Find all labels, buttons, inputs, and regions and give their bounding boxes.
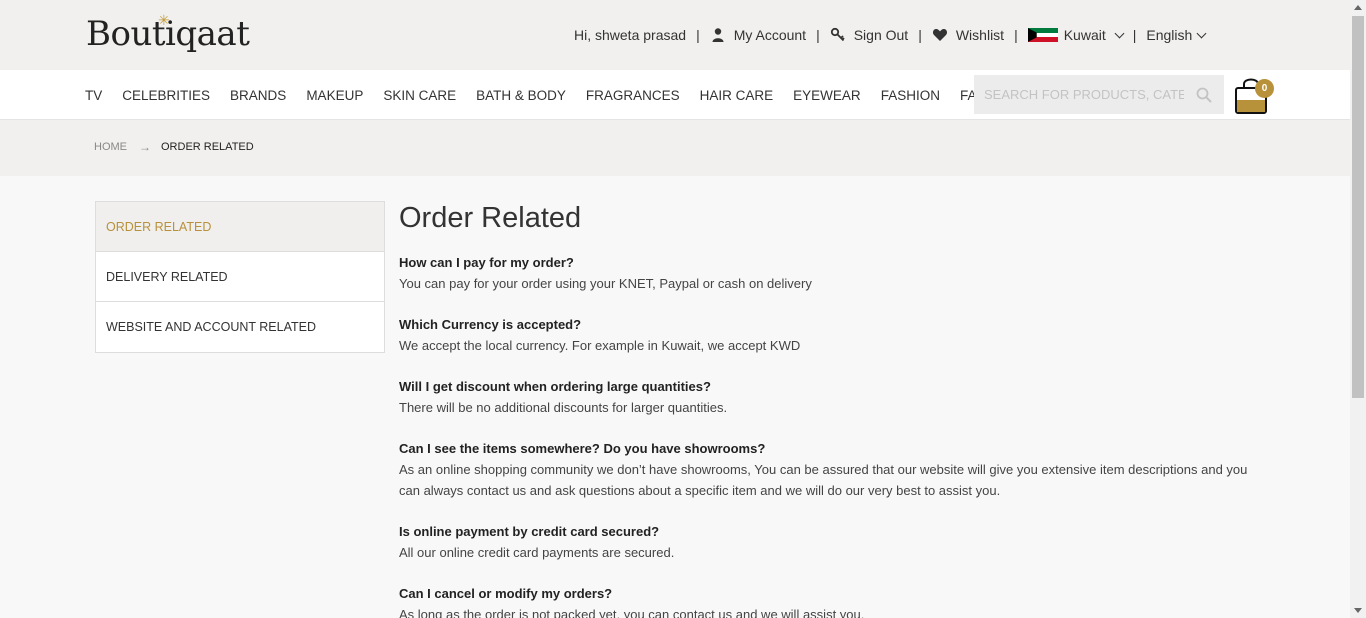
account-links: Hi, shweta prasad | My Account | Sign Ou… xyxy=(574,26,1207,44)
nav-item-eyewear[interactable]: EYEWEAR xyxy=(793,88,861,103)
nav-item-tv[interactable]: TV xyxy=(85,88,102,103)
faq-question: Which Currency is accepted? xyxy=(399,317,582,332)
divider: | xyxy=(696,27,700,43)
divider: | xyxy=(918,27,922,43)
nav-item-skin-care[interactable]: SKIN CARE xyxy=(383,88,456,103)
faq-answer: You can pay for your order using your KN… xyxy=(399,276,812,291)
faq-item: Is online payment by credit card secured… xyxy=(399,521,1249,563)
faq-item: Will I get discount when ordering large … xyxy=(399,376,1249,418)
vertical-scrollbar[interactable] xyxy=(1350,0,1366,618)
faq-question: How can I pay for my order? xyxy=(399,255,574,270)
breadcrumb-bar: HOME → ORDER RELATED xyxy=(0,120,1350,176)
nav-item-brands[interactable]: BRANDS xyxy=(230,88,286,103)
faq-question: Can I see the items somewhere? Do you ha… xyxy=(399,441,766,456)
arrow-right-icon: → xyxy=(139,140,151,154)
search-box xyxy=(974,75,1224,114)
key-icon xyxy=(830,27,845,42)
breadcrumb-home[interactable]: HOME xyxy=(94,141,127,153)
top-bar: Boutiqaat ✳ Hi, shweta prasad | My Accou… xyxy=(0,0,1350,70)
main-navigation: TV CELEBRITIES BRANDS MAKEUP SKIN CARE BATH &… xyxy=(0,70,1350,120)
language-label: English xyxy=(1146,27,1193,43)
faq-question: Is online payment by credit card secured… xyxy=(399,524,660,539)
search-input[interactable] xyxy=(974,75,1184,114)
faq-answer: There will be no additional discounts fo… xyxy=(399,400,728,415)
nav-item-celebrities[interactable]: CELEBRITIES xyxy=(122,88,210,103)
faq-answer: As long as the order is not packed yet, … xyxy=(399,607,865,618)
nav-item-fragrances[interactable]: FRAGRANCES xyxy=(586,88,680,103)
nav-item-makeup[interactable]: MAKEUP xyxy=(306,88,363,103)
nav-menu: TV CELEBRITIES BRANDS MAKEUP SKIN CARE BATH &… xyxy=(85,70,1079,120)
breadcrumb-current: ORDER RELATED xyxy=(161,141,254,153)
cart-button[interactable]: 0 xyxy=(1234,75,1276,117)
nav-item-bath-body[interactable]: BATH & BODY xyxy=(476,88,566,103)
wishlist-link[interactable]: Wishlist xyxy=(932,27,1004,43)
greeting-text: Hi, shweta prasad xyxy=(574,27,687,43)
search-icon[interactable] xyxy=(1196,87,1212,103)
my-account-link[interactable]: My Account xyxy=(710,27,806,43)
kuwait-flag-icon xyxy=(1027,28,1058,42)
scroll-up-icon[interactable] xyxy=(1354,5,1362,10)
faq-item: How can I pay for my order? You can pay f… xyxy=(399,252,1249,294)
sign-out-link[interactable]: Sign Out xyxy=(830,27,908,43)
faq-answer: We accept the local currency. For exampl… xyxy=(399,338,801,353)
scrollbar-thumb[interactable] xyxy=(1352,16,1364,398)
sidebar-item-website-account-related[interactable]: WEBSITE AND ACCOUNT RELATED xyxy=(96,302,384,352)
sign-out-label: Sign Out xyxy=(853,27,909,43)
cart-count-badge: 0 xyxy=(1255,79,1274,98)
language-selector[interactable]: English xyxy=(1146,27,1207,43)
faq-item: Can I see the items somewhere? Do you ha… xyxy=(399,438,1249,501)
page-title: Order Related xyxy=(399,202,582,234)
faq-content: Order Related How can I pay for my order… xyxy=(399,200,1249,618)
divider: | xyxy=(816,27,820,43)
heart-icon xyxy=(932,29,947,41)
faq-question: Can I cancel or modify my orders? xyxy=(399,586,613,601)
wishlist-label: Wishlist xyxy=(955,27,1005,43)
breadcrumb: HOME → ORDER RELATED xyxy=(94,140,254,154)
divider: | xyxy=(1014,27,1018,43)
country-selector[interactable]: Kuwait xyxy=(1027,27,1125,43)
scroll-down-icon[interactable] xyxy=(1354,608,1362,613)
faq-answer: All our online credit card payments are … xyxy=(399,545,675,560)
faq-question: Will I get discount when ordering large … xyxy=(399,379,711,394)
logo-star-icon: ✳ xyxy=(158,12,170,28)
faq-item: Can I cancel or modify my orders? As long… xyxy=(399,583,1249,618)
nav-item-fashion[interactable]: FASHION xyxy=(881,88,940,103)
faq-answer: As an online shopping community we don’t… xyxy=(399,462,1248,498)
chevron-down-icon xyxy=(1114,28,1125,38)
divider: | xyxy=(1132,27,1137,43)
country-label: Kuwait xyxy=(1063,27,1106,43)
faq-list: How can I pay for my order? You can pay f… xyxy=(399,252,1249,618)
boutiqaat-logo[interactable]: Boutiqaat ✳ xyxy=(86,10,250,58)
nav-item-hair-care[interactable]: HAIR CARE xyxy=(700,88,774,103)
sidebar-item-delivery-related[interactable]: DELIVERY RELATED xyxy=(96,252,384,302)
my-account-label: My Account xyxy=(733,27,807,43)
faq-item: Which Currency is accepted? We accept the… xyxy=(399,314,1249,356)
sidebar-item-order-related[interactable]: ORDER RELATED xyxy=(96,202,384,252)
chevron-down-icon xyxy=(1196,28,1207,38)
user-icon xyxy=(712,28,724,42)
faq-category-menu: ORDER RELATED DELIVERY RELATED WEBSITE A… xyxy=(95,201,385,353)
